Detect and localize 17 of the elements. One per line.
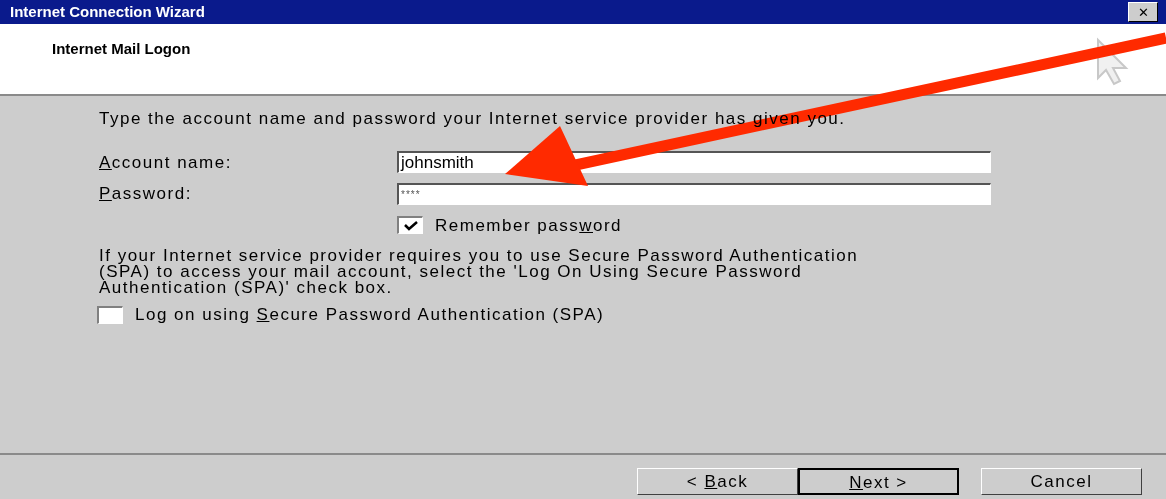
window-title: Internet Connection Wizard (10, 1, 205, 22)
checkbox[interactable] (397, 216, 423, 235)
checkbox-label: Remember password (435, 214, 623, 237)
field-label: Password: (99, 183, 193, 205)
cancel-button[interactable]: Cancel (981, 468, 1142, 495)
close-button[interactable]: ✕ (1128, 2, 1158, 22)
field-value: johnsmith (401, 152, 474, 174)
page-heading: Internet Mail Logon (52, 39, 191, 59)
checkbox[interactable] (97, 305, 123, 324)
spa-note: If your Internet service provider requires you to use Secure Password Authentication (SPA) to access your mail account, select the 'Log On Using Secure Password Authentication (SPA)' check box. (99, 248, 860, 296)
checkbox-label: Log on using Secure Password Authentication (SPA) (135, 304, 605, 326)
field-label: Account name: (99, 151, 233, 174)
password-field[interactable]: **** (397, 182, 991, 205)
next-button[interactable]: Next > (798, 468, 959, 495)
back-button[interactable]: < Back (637, 468, 798, 495)
check-mark-icon (402, 219, 419, 232)
field-value: **** (401, 187, 421, 202)
